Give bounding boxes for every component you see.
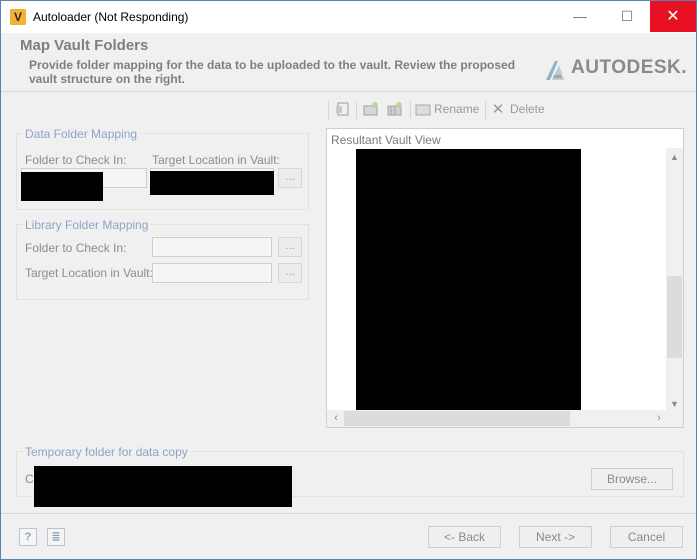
wizard-header: Map Vault Folders Provide folder mapping… bbox=[1, 33, 696, 91]
data-target-location-label: Target Location in Vault: bbox=[152, 153, 280, 167]
scroll-left-icon[interactable]: ‹ bbox=[329, 411, 343, 426]
horizontal-scroll-thumb[interactable] bbox=[344, 411, 570, 426]
minimize-button[interactable]: — bbox=[557, 1, 603, 32]
header-divider bbox=[1, 91, 696, 92]
page-description: Provide folder mapping for the data to b… bbox=[29, 58, 516, 86]
library-target-location-label: Target Location in Vault: bbox=[25, 266, 153, 280]
redacted-target-path bbox=[150, 171, 274, 195]
vertical-scroll-thumb[interactable] bbox=[667, 276, 682, 358]
rename-button[interactable]: Rename bbox=[434, 102, 479, 116]
redacted-folder-path bbox=[21, 172, 103, 201]
temp-folder-group: Temporary folder for data copy C Browse.… bbox=[16, 445, 684, 507]
vertical-scrollbar[interactable]: ▲ ▼ bbox=[666, 148, 683, 413]
library-folder-to-check-in-label: Folder to Check In: bbox=[25, 241, 127, 255]
vault-toolbar: Rename ✕ Delete bbox=[326, 99, 686, 121]
back-button[interactable]: <- Back bbox=[428, 526, 501, 548]
next-button[interactable]: Next -> bbox=[519, 526, 592, 548]
redacted-vault-tree bbox=[356, 149, 581, 411]
rename-folder-icon[interactable] bbox=[414, 101, 432, 119]
toolbar-separator bbox=[485, 101, 486, 119]
help-icon[interactable]: ? bbox=[19, 528, 37, 546]
page-title: Map Vault Folders bbox=[20, 37, 149, 54]
temp-folder-legend: Temporary folder for data copy bbox=[23, 445, 190, 459]
horizontal-scrollbar[interactable]: ‹ › bbox=[327, 410, 668, 427]
title-bar[interactable]: V Autoloader (Not Responding) — ☐ ✕ bbox=[1, 1, 696, 33]
data-target-browse-button[interactable]: ... bbox=[278, 168, 302, 188]
vault-app-icon: V bbox=[10, 9, 26, 25]
autodesk-logo-text: AUTODESK. bbox=[571, 57, 688, 78]
toolbar-grip bbox=[328, 101, 329, 119]
data-folder-to-check-in-label: Folder to Check In: bbox=[25, 153, 127, 167]
footer-divider bbox=[1, 513, 696, 514]
scroll-down-icon[interactable]: ▼ bbox=[666, 397, 683, 411]
library-target-browse-button[interactable]: ... bbox=[278, 263, 302, 283]
toolbar-separator bbox=[356, 101, 357, 119]
resultant-vault-view[interactable]: Resultant Vault View ▲ ▼ ‹ › bbox=[326, 128, 684, 428]
delete-icon[interactable]: ✕ bbox=[489, 101, 507, 119]
maximize-button[interactable]: ☐ bbox=[604, 1, 650, 32]
map-folder-icon[interactable] bbox=[334, 101, 352, 119]
scroll-up-icon[interactable]: ▲ bbox=[666, 150, 683, 164]
library-folder-mapping-group: Library Folder Mapping Folder to Check I… bbox=[16, 218, 309, 300]
scroll-right-icon[interactable]: › bbox=[652, 411, 666, 426]
autodesk-logo-icon bbox=[546, 61, 564, 80]
cancel-button[interactable]: Cancel bbox=[610, 526, 683, 548]
window-title: Autoloader (Not Responding) bbox=[33, 10, 189, 24]
library-folder-browse-button[interactable]: ... bbox=[278, 237, 302, 257]
scrollbar-corner bbox=[666, 410, 683, 427]
delete-button[interactable]: Delete bbox=[510, 102, 545, 116]
temp-folder-path: C bbox=[25, 472, 34, 486]
log-icon[interactable]: ≣ bbox=[47, 528, 65, 546]
toolbar-separator bbox=[410, 101, 411, 119]
browse-button[interactable]: Browse... bbox=[591, 468, 673, 490]
data-folder-mapping-legend: Data Folder Mapping bbox=[23, 127, 140, 141]
new-library-folder-icon[interactable] bbox=[386, 101, 404, 119]
new-folder-icon[interactable] bbox=[362, 101, 380, 119]
data-folder-mapping-group: Data Folder Mapping Folder to Check In: … bbox=[16, 127, 309, 210]
redacted-temp-folder-path bbox=[34, 466, 292, 507]
close-button[interactable]: ✕ bbox=[650, 1, 696, 32]
vault-view-title: Resultant Vault View bbox=[331, 133, 441, 147]
library-folder-to-check-in-input[interactable] bbox=[152, 237, 272, 257]
library-folder-mapping-legend: Library Folder Mapping bbox=[23, 218, 151, 232]
library-target-location-input[interactable] bbox=[152, 263, 272, 283]
autoloader-window: V Autoloader (Not Responding) — ☐ ✕ Map … bbox=[0, 0, 697, 560]
